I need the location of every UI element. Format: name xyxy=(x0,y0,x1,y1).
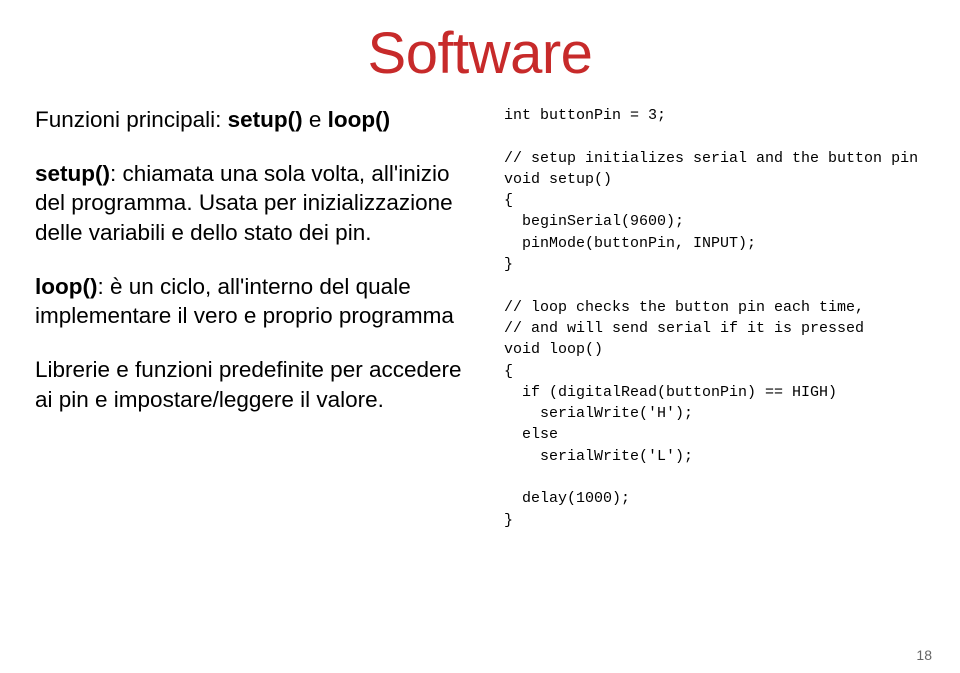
left-column: Funzioni principali: setup() e loop() se… xyxy=(35,105,482,531)
text-span: Funzioni principali: xyxy=(35,107,228,132)
columns: Funzioni principali: setup() e loop() se… xyxy=(35,105,925,531)
page-number: 18 xyxy=(916,647,932,663)
slide-title: Software xyxy=(35,20,925,87)
bold-loop: loop() xyxy=(328,107,390,132)
bold-loop: loop() xyxy=(35,274,97,299)
loop-paragraph: loop(): è un ciclo, all'interno del qual… xyxy=(35,272,482,331)
intro-paragraph: Funzioni principali: setup() e loop() xyxy=(35,105,482,135)
libraries-paragraph: Librerie e funzioni predefinite per acce… xyxy=(35,355,482,414)
setup-paragraph: setup(): chiamata una sola volta, all'in… xyxy=(35,159,482,248)
text-span: : è un ciclo, all'interno del quale impl… xyxy=(35,274,454,329)
right-column: int buttonPin = 3; // setup initializes … xyxy=(504,105,925,531)
bold-setup: setup() xyxy=(35,161,110,186)
code-block: int buttonPin = 3; // setup initializes … xyxy=(504,105,925,531)
bold-setup: setup() xyxy=(228,107,303,132)
slide: Software Funzioni principali: setup() e … xyxy=(0,0,960,673)
text-span: e xyxy=(303,107,328,132)
